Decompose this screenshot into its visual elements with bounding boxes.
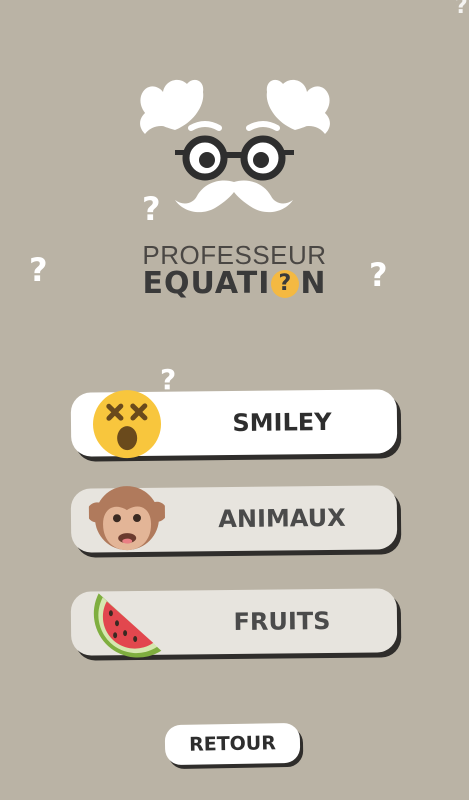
category-label: SMILEY: [232, 407, 332, 438]
app-title-bottom-end: N: [300, 266, 327, 301]
title-question-mark-icon: ?: [271, 270, 300, 298]
category-button-animaux[interactable]: ANIMAUX: [70, 485, 398, 553]
dizzy-face-emoji-icon: [93, 390, 162, 459]
category-label: ANIMAUX: [218, 503, 346, 534]
professor-mascot-icon: [140, 79, 330, 213]
app-title-bottom: EQUATI? N: [0, 266, 469, 301]
category-button-fruits[interactable]: FRUITS: [70, 588, 398, 658]
watermelon-emoji-icon: [93, 593, 162, 658]
category-label: FRUITS: [233, 606, 331, 637]
back-button[interactable]: RETOUR: [164, 722, 301, 766]
category-screen: ? ? ? ? ? PROFESSEUR EQUATI? N SMILEY AN…: [0, 0, 469, 800]
question-mark-decoration: ?: [455, 0, 468, 19]
app-title-bottom-start: EQUATI: [142, 266, 271, 301]
monkey-face-emoji-icon: [88, 486, 166, 551]
category-button-smiley[interactable]: SMILEY: [70, 389, 398, 459]
